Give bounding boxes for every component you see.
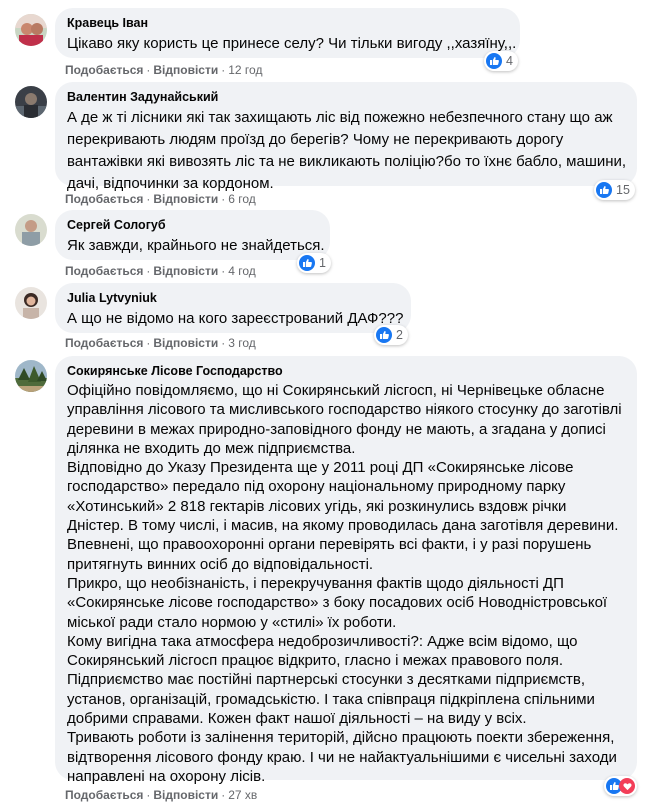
comment-time[interactable]: 12 год bbox=[228, 63, 262, 77]
comment-author[interactable]: Сергей Сологуб bbox=[67, 217, 318, 233]
separator: · bbox=[221, 336, 226, 350]
reaction-number: 2 bbox=[396, 328, 403, 342]
comment-text-line: перекривають людям проїзд до берегів? Чо… bbox=[67, 131, 564, 148]
like-button[interactable]: Подобається bbox=[65, 63, 143, 77]
comment-bubble: Кравець Іван Цікаво яку користь це прине… bbox=[55, 8, 520, 58]
separator: · bbox=[146, 192, 151, 206]
comment-text-line: вантажівки які вивозять ліс та не виклик… bbox=[67, 153, 627, 170]
comment-actions: Подобається · Відповісти · 6 год bbox=[65, 191, 256, 207]
comment-text-line: направлені на охорону лісів. bbox=[67, 767, 266, 785]
reaction-count[interactable]: 4 bbox=[484, 51, 518, 71]
comment-text-line: міської ради стало нормою у «стилі» їх р… bbox=[67, 613, 397, 631]
comment-time[interactable]: 4 год bbox=[228, 264, 256, 278]
comment-actions: Подобається · Відповісти · 27 хв bbox=[65, 787, 257, 803]
thumbs-up-icon bbox=[376, 327, 392, 343]
comment-text-line: деревини в межах природно-заповідного фо… bbox=[67, 420, 606, 438]
comment-text-line: притягнуть винних осіб до відповідальнос… bbox=[67, 555, 374, 573]
reaction-number: 1 bbox=[319, 256, 326, 270]
comment-text-line: ділянка не входить до меж підприємства. bbox=[67, 439, 356, 457]
reaction-number: 4 bbox=[506, 54, 513, 68]
comment-text-line: Дністер. В тому числі, і масив, на якому… bbox=[67, 517, 619, 535]
thumbs-up-icon bbox=[596, 182, 612, 198]
comment-author[interactable]: Сокирянське Лісове Господарство bbox=[67, 363, 625, 379]
comment-author[interactable]: Кравець Іван bbox=[67, 15, 508, 31]
avatar[interactable] bbox=[15, 214, 47, 246]
like-button[interactable]: Подобається bbox=[65, 788, 143, 802]
reaction-number: 15 bbox=[616, 183, 630, 197]
reply-button[interactable]: Відповісти bbox=[153, 336, 218, 350]
thumbs-up-icon bbox=[486, 53, 502, 69]
like-button[interactable]: Подобається bbox=[65, 336, 143, 350]
like-button[interactable]: Подобається bbox=[65, 192, 143, 206]
comment-time[interactable]: 3 год bbox=[228, 336, 256, 350]
reaction-count[interactable]: 15 bbox=[594, 180, 635, 200]
comment-text-line: Цікаво яку користь це принесе селу? Чи т… bbox=[67, 35, 517, 52]
comment-text: А що не відомо на кого зареєстрований ДА… bbox=[67, 308, 404, 330]
comment-text-line: управління лісового та мисливського госп… bbox=[67, 401, 622, 419]
reaction-count[interactable] bbox=[604, 776, 637, 796]
comment-text: А де ж ті лісники які так захищають ліс … bbox=[67, 107, 627, 195]
separator: · bbox=[221, 788, 226, 802]
comment-actions: Подобається · Відповісти · 3 год bbox=[65, 335, 256, 351]
reply-button[interactable]: Відповісти bbox=[153, 788, 218, 802]
comment-text-line: установ, організацій, громадськістю. І т… bbox=[67, 690, 595, 708]
comment-text-line: Прикро, що необізнаність, і перекручуван… bbox=[67, 574, 564, 592]
heart-icon bbox=[619, 778, 635, 794]
comment-text: Цікаво яку користь це принесе селу? Чи т… bbox=[67, 33, 517, 55]
comment-actions: Подобається · Відповісти · 12 год bbox=[65, 62, 262, 78]
comment-text-line: добрими справами. Кожен факт нашої діяль… bbox=[67, 710, 527, 728]
comment-bubble: Сокирянське Лісове Господарство Офіційно… bbox=[55, 356, 637, 785]
comment-text-line: відтворення лісового фонду краю. І чи не… bbox=[67, 748, 617, 766]
comment-text-line: «Хотинський» 2 818 гектарів лісових угід… bbox=[67, 497, 567, 515]
reaction-count[interactable]: 1 bbox=[297, 253, 331, 273]
comment-author[interactable]: Julia Lytvyniuk bbox=[67, 290, 399, 306]
avatar[interactable] bbox=[15, 14, 47, 46]
comment-text-line: Сокирянський лісгосп працює відкрито, гл… bbox=[67, 652, 564, 670]
comment-actions: Подобається · Відповісти · 4 год bbox=[65, 263, 256, 279]
comment-text-line: господарство» передало під охорону націо… bbox=[67, 478, 566, 496]
separator: · bbox=[221, 192, 226, 206]
comment-text-line: «Сокирянське лісове господарство» з боку… bbox=[67, 594, 608, 612]
comment-bubble: Валентин Задунайський А де ж ті лісники … bbox=[55, 82, 637, 192]
separator: · bbox=[146, 264, 151, 278]
comment-text: Як завжди, крайнього не знайдеться. bbox=[67, 235, 325, 257]
comment-text-line: Впевнені, що правоохоронні органи переві… bbox=[67, 536, 592, 554]
comment-text-line: Відповідно до Указу Президента ще у 2011… bbox=[67, 459, 574, 477]
reply-button[interactable]: Відповісти bbox=[153, 63, 218, 77]
separator: · bbox=[146, 63, 151, 77]
comment-time[interactable]: 6 год bbox=[228, 192, 256, 206]
comment-text-line: Як завжди, крайнього не знайдеться. bbox=[67, 237, 325, 254]
thumbs-up-icon bbox=[299, 255, 315, 271]
avatar[interactable] bbox=[15, 287, 47, 319]
avatar[interactable] bbox=[15, 360, 47, 392]
separator: · bbox=[221, 264, 226, 278]
reaction-count[interactable]: 2 bbox=[374, 325, 408, 345]
separator: · bbox=[146, 788, 151, 802]
comment-text-line: Тривають роботи із залінення територій, … bbox=[67, 729, 615, 747]
reply-button[interactable]: Відповісти bbox=[153, 264, 218, 278]
separator: · bbox=[146, 336, 151, 350]
avatar[interactable] bbox=[15, 86, 47, 118]
comment-text-line: Офіційно повідомляємо, що ні Сокирянськи… bbox=[67, 382, 605, 399]
comment-bubble: Julia Lytvyniuk А що не відомо на кого з… bbox=[55, 283, 411, 333]
comment-bubble: Сергей Сологуб Як завжди, крайнього не з… bbox=[55, 210, 330, 260]
comment-text-line: А що не відомо на кого зареєстрований ДА… bbox=[67, 310, 404, 327]
like-button[interactable]: Подобається bbox=[65, 264, 143, 278]
separator: · bbox=[221, 63, 226, 77]
comment-time[interactable]: 27 хв bbox=[228, 788, 257, 802]
comment-text-line: Кому вигідна така атмосфера недоброзичли… bbox=[67, 632, 578, 650]
reply-button[interactable]: Відповісти bbox=[153, 192, 218, 206]
comment-text-line: Підприємство має постійні партнерські ст… bbox=[67, 671, 586, 689]
comment-text-line: А де ж ті лісники які так захищають ліс … bbox=[67, 109, 613, 126]
comment-text: Офіційно повідомляємо, що ні Сокирянськи… bbox=[67, 381, 625, 786]
comment-author[interactable]: Валентин Задунайський bbox=[67, 89, 625, 105]
